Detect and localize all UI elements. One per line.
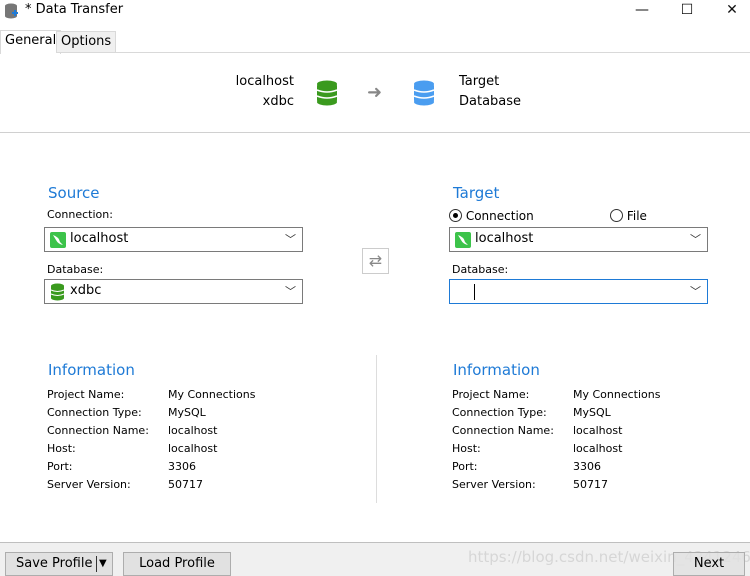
info-value: MySQL [573, 406, 611, 419]
info-row: Port: 3306 [47, 460, 287, 478]
database-icon [50, 283, 65, 301]
source-database-value: xdbc [70, 283, 102, 298]
info-label: Project Name: [47, 388, 125, 401]
info-label: Port: [452, 460, 478, 473]
next-button[interactable]: Next [673, 552, 745, 576]
info-row: Port: 3306 [452, 460, 692, 478]
mysql-icon [50, 232, 66, 248]
text-cursor [474, 284, 475, 300]
save-profile-label: Save Profile [16, 556, 93, 571]
info-row: Host: localhost [47, 442, 287, 460]
swap-icon: ⇄ [368, 251, 383, 270]
info-row: Server Version: 50717 [47, 478, 287, 496]
info-label: Port: [47, 460, 73, 473]
info-label: Project Name: [452, 388, 530, 401]
target-database-icon [413, 80, 435, 106]
maximize-button[interactable]: ☐ [667, 0, 707, 22]
summary-source-database: xdbc [262, 94, 294, 109]
arrow-right-icon: ➜ [367, 82, 383, 103]
info-value: localhost [573, 424, 623, 437]
tab-options[interactable]: Options [56, 31, 117, 53]
info-value: 50717 [168, 478, 203, 491]
info-label: Server Version: [47, 478, 131, 491]
close-button[interactable]: ✕ [712, 0, 750, 22]
chevron-down-icon: ﹀ [285, 233, 296, 246]
info-value: localhost [168, 442, 218, 455]
info-row: Project Name: My Connections [47, 388, 287, 406]
source-connection-label: Connection: [47, 208, 113, 221]
info-label: Host: [452, 442, 481, 455]
load-profile-button[interactable]: Load Profile [123, 552, 231, 576]
info-value: My Connections [168, 388, 256, 401]
summary-target-line1: Target [459, 74, 500, 89]
tab-general[interactable]: General [0, 30, 62, 54]
window-title: * Data Transfer [25, 2, 124, 17]
info-label: Server Version: [452, 478, 536, 491]
save-profile-button[interactable]: Save Profile ▼ [5, 552, 113, 576]
chevron-down-icon: ﹀ [690, 233, 701, 246]
info-label: Connection Name: [47, 424, 149, 437]
info-value: 3306 [168, 460, 196, 473]
data-transfer-icon [5, 3, 18, 19]
dropdown-arrow-icon[interactable]: ▼ [99, 553, 107, 575]
target-database-input[interactable]: ﹀ [449, 279, 708, 304]
tab-bar: General Options [0, 28, 750, 54]
info-label: Connection Type: [47, 406, 142, 419]
target-info-heading: Information [453, 361, 540, 379]
radio-checked-icon [449, 209, 462, 222]
info-label: Connection Type: [452, 406, 547, 419]
info-value: My Connections [573, 388, 661, 401]
info-value: localhost [168, 424, 218, 437]
source-database-label: Database: [47, 263, 104, 276]
radio-connection[interactable]: Connection [449, 209, 534, 223]
summary-source-connection: localhost [235, 74, 294, 89]
info-row: Connection Type: MySQL [47, 406, 287, 424]
info-row: Connection Type: MySQL [452, 406, 692, 424]
target-database-label: Database: [452, 263, 509, 276]
info-value: 50717 [573, 478, 608, 491]
radio-file-label: File [626, 209, 647, 223]
source-database-select[interactable]: xdbc ﹀ [44, 279, 303, 304]
info-row: Connection Name: localhost [47, 424, 287, 442]
info-value: 3306 [573, 460, 601, 473]
target-connection-value: localhost [475, 231, 534, 246]
divider [376, 355, 377, 503]
target-heading: Target [453, 184, 500, 202]
chevron-down-icon: ﹀ [285, 285, 296, 298]
minimize-button[interactable]: — [622, 0, 662, 22]
source-connection-select[interactable]: localhost ﹀ [44, 227, 303, 252]
info-value: localhost [573, 442, 623, 455]
source-heading: Source [48, 184, 100, 202]
target-connection-select[interactable]: localhost ﹀ [449, 227, 708, 252]
swap-button[interactable]: ⇄ [362, 248, 389, 274]
info-row: Server Version: 50717 [452, 478, 692, 496]
info-row: Host: localhost [452, 442, 692, 460]
title-bar: * Data Transfer — ☐ ✕ [0, 0, 750, 24]
radio-connection-label: Connection [465, 209, 534, 223]
mysql-icon [455, 232, 471, 248]
info-label: Host: [47, 442, 76, 455]
summary-target-line2: Database [459, 94, 522, 109]
transfer-summary: localhost xdbc ➜ Target Database [0, 53, 750, 133]
radio-file[interactable]: File [610, 209, 647, 223]
source-info-heading: Information [48, 361, 135, 379]
source-database-icon [316, 80, 338, 106]
info-label: Connection Name: [452, 424, 554, 437]
info-row: Connection Name: localhost [452, 424, 692, 442]
source-connection-value: localhost [70, 231, 129, 246]
info-value: MySQL [168, 406, 206, 419]
radio-unchecked-icon [610, 209, 623, 222]
footer: Save Profile ▼ Load Profile https://blog… [0, 542, 750, 576]
chevron-down-icon: ﹀ [690, 285, 701, 298]
info-row: Project Name: My Connections [452, 388, 692, 406]
